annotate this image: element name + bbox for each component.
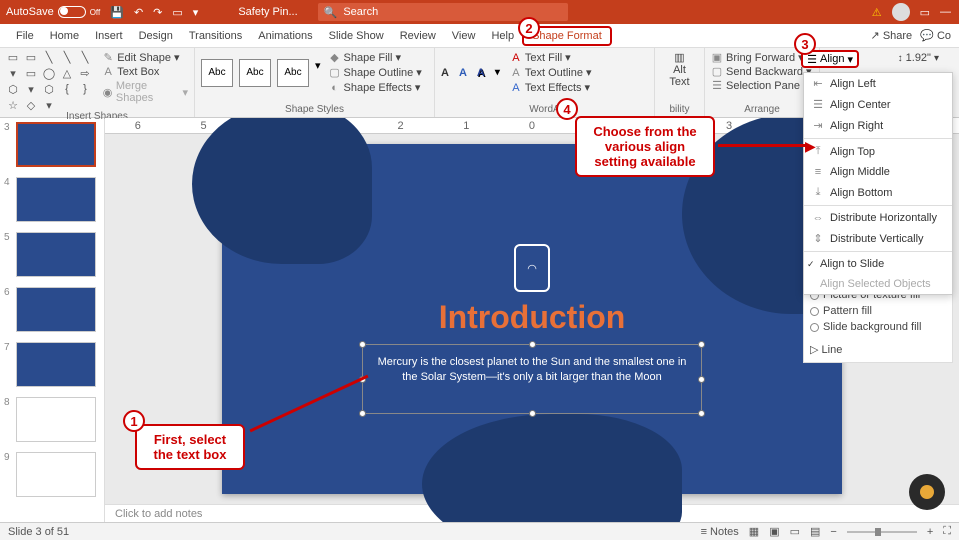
group-wordart-styles: A A A ▾ AText Fill ▾ AText Outline ▾ ATe… xyxy=(435,48,655,117)
annotation-badge-3: 3 xyxy=(794,33,816,55)
phone-icon: ◠ xyxy=(514,244,550,292)
toggle-switch-icon[interactable] xyxy=(58,6,86,18)
shape-effects-button[interactable]: ◐Shape Effects ▾ xyxy=(329,81,422,94)
title-bar: AutoSave Off 💾 ↶ ↷ ▭ ▾ Safety Pin... 🔍 S… xyxy=(0,0,959,24)
pattern-fill-option[interactable]: Pattern fill xyxy=(810,303,946,319)
tab-animations[interactable]: Animations xyxy=(250,24,320,47)
tab-insert[interactable]: Insert xyxy=(87,24,131,47)
thumbnail-slide-5[interactable] xyxy=(16,232,96,277)
user-avatar[interactable] xyxy=(892,3,910,21)
align-selected-objects-item: Align Selected Objects xyxy=(804,274,952,294)
comments-button[interactable]: 💬 Co xyxy=(920,29,951,42)
normal-view-icon[interactable]: ▦ xyxy=(749,525,759,538)
document-title: Safety Pin... xyxy=(238,6,297,18)
save-icon[interactable]: 💾 xyxy=(110,6,124,19)
thumbnail-slide-9[interactable] xyxy=(16,452,96,497)
send-backward-button[interactable]: ▢Send Backward ▾ xyxy=(711,65,813,78)
group-label: Arrange xyxy=(711,104,813,117)
tab-help[interactable]: Help xyxy=(483,24,522,47)
edit-shape-button[interactable]: ✎Edit Shape ▾ xyxy=(102,51,188,64)
slide-counter: Slide 3 of 51 xyxy=(8,526,69,538)
ribbon-display-icon[interactable]: ▭ xyxy=(920,6,930,19)
tab-design[interactable]: Design xyxy=(131,24,181,47)
watermark-logo-icon xyxy=(909,474,945,510)
group-accessibility: ▥Alt Text bility xyxy=(655,48,705,117)
redo-icon[interactable]: ↷ xyxy=(153,6,162,19)
minimize-icon[interactable]: — xyxy=(940,6,951,18)
thumbnail-slide-3[interactable] xyxy=(16,122,96,167)
shape-styles-gallery[interactable]: Abc Abc Abc ▾ xyxy=(201,59,321,87)
warning-icon[interactable]: ⚠ xyxy=(872,6,882,19)
annotation-badge-4: 4 xyxy=(556,98,578,120)
selection-pane-button[interactable]: ☰Selection Pane xyxy=(711,79,813,92)
annotation-badge-1: 1 xyxy=(123,410,145,432)
zoom-out-button[interactable]: − xyxy=(830,526,836,538)
text-fill-button[interactable]: AText Fill ▾ xyxy=(510,51,592,64)
thumbnail-slide-4[interactable] xyxy=(16,177,96,222)
align-to-slide-item[interactable]: Align to Slide xyxy=(804,254,952,274)
sorter-view-icon[interactable]: ▣ xyxy=(769,525,779,538)
group-insert-shapes: ▭▭╲╲╲▾ ▭◯△⇨⬡▾ ⬡{}☆◇▾ ✎Edit Shape ▾ AText… xyxy=(0,48,195,117)
slide-background-fill-option[interactable]: Slide background fill xyxy=(810,319,946,335)
tab-home[interactable]: Home xyxy=(42,24,87,47)
start-slideshow-icon[interactable]: ▭ xyxy=(172,6,182,19)
selected-text-box[interactable]: Mercury is the closest planet to the Sun… xyxy=(362,344,702,414)
autosave-toggle[interactable]: AutoSave Off xyxy=(6,6,100,18)
thumbnail-slide-8[interactable] xyxy=(16,397,96,442)
tab-transitions[interactable]: Transitions xyxy=(181,24,250,47)
share-button[interactable]: ↗ Share xyxy=(871,29,913,42)
size-height-input[interactable]: ↕ 1.92" ▾ xyxy=(898,52,939,64)
body-text: Mercury is the closest planet to the Sun… xyxy=(378,356,687,383)
group-shape-styles: Abc Abc Abc ▾ ◆Shape Fill ▾ ▢Shape Outli… xyxy=(195,48,435,117)
autosave-state: Off xyxy=(90,8,101,17)
status-bar: Slide 3 of 51 ≡ Notes ▦ ▣ ▭ ▤ − + ⛶ xyxy=(0,522,959,540)
distribute-horizontally-item[interactable]: ⇔Distribute Horizontally xyxy=(804,208,952,228)
zoom-slider[interactable] xyxy=(847,531,917,533)
notes-toggle[interactable]: ≡ Notes xyxy=(701,526,739,538)
qat-more-icon[interactable]: ▾ xyxy=(193,6,199,19)
tab-slideshow[interactable]: Slide Show xyxy=(321,24,392,47)
align-icon: ☰ xyxy=(807,53,817,66)
shapes-gallery[interactable]: ▭▭╲╲╲▾ ▭◯△⇨⬡▾ ⬡{}☆◇▾ xyxy=(6,51,96,111)
fit-to-window-icon[interactable]: ⛶ xyxy=(943,525,951,538)
slide-title-text[interactable]: Introduction xyxy=(222,299,842,336)
slide-canvas[interactable]: ◠ Introduction Mercury is the closest pl… xyxy=(222,144,842,494)
shape-outline-button[interactable]: ▢Shape Outline ▾ xyxy=(329,66,422,79)
thumbnail-slide-6[interactable] xyxy=(16,287,96,332)
text-outline-button[interactable]: AText Outline ▾ xyxy=(510,66,592,79)
text-box-button[interactable]: AText Box xyxy=(102,66,188,78)
quick-access-toolbar: 💾 ↶ ↷ ▭ ▾ xyxy=(110,6,198,19)
merge-shapes-button[interactable]: ◉Merge Shapes ▾ xyxy=(102,80,188,104)
align-bottom-item[interactable]: ⤓Align Bottom xyxy=(804,182,952,203)
align-left-item[interactable]: ⇤Align Left xyxy=(804,73,952,94)
slide-thumbnails-panel: 3 4 5 6 7 8 9 xyxy=(0,118,105,522)
annotation-badge-2: 2 xyxy=(518,17,540,39)
align-middle-item[interactable]: ≡Align Middle xyxy=(804,162,952,182)
tab-view[interactable]: View xyxy=(444,24,484,47)
shape-fill-button[interactable]: ◆Shape Fill ▾ xyxy=(329,51,422,64)
align-top-item[interactable]: ⤒Align Top xyxy=(804,141,952,162)
undo-icon[interactable]: ↶ xyxy=(134,6,143,19)
slideshow-view-icon[interactable]: ▤ xyxy=(810,525,820,538)
search-placeholder: Search xyxy=(343,6,378,18)
zoom-in-button[interactable]: + xyxy=(927,526,933,538)
thumbnail-slide-7[interactable] xyxy=(16,342,96,387)
text-effects-button[interactable]: AText Effects ▾ xyxy=(510,81,592,94)
distribute-vertically-item[interactable]: ⇕Distribute Vertically xyxy=(804,228,952,249)
align-dropdown-menu: ⇤Align Left ☰Align Center ⇥Align Right ⤒… xyxy=(803,72,953,295)
group-label: Shape Styles xyxy=(201,104,428,117)
tab-review[interactable]: Review xyxy=(392,24,444,47)
search-icon: 🔍 xyxy=(324,6,338,19)
wordart-gallery[interactable]: A A A ▾ xyxy=(441,67,500,79)
align-right-item[interactable]: ⇥Align Right xyxy=(804,115,952,136)
alt-text-button[interactable]: ▥Alt Text xyxy=(661,51,698,88)
annotation-callout-4: Choose from the various align setting av… xyxy=(575,116,715,177)
line-section[interactable]: ▷ Line xyxy=(810,343,946,356)
autosave-label: AutoSave xyxy=(6,6,54,18)
annotation-callout-1: First, select the text box xyxy=(135,424,245,470)
reading-view-icon[interactable]: ▭ xyxy=(790,525,800,538)
tab-file[interactable]: File xyxy=(8,24,42,47)
align-center-item[interactable]: ☰Align Center xyxy=(804,94,952,115)
